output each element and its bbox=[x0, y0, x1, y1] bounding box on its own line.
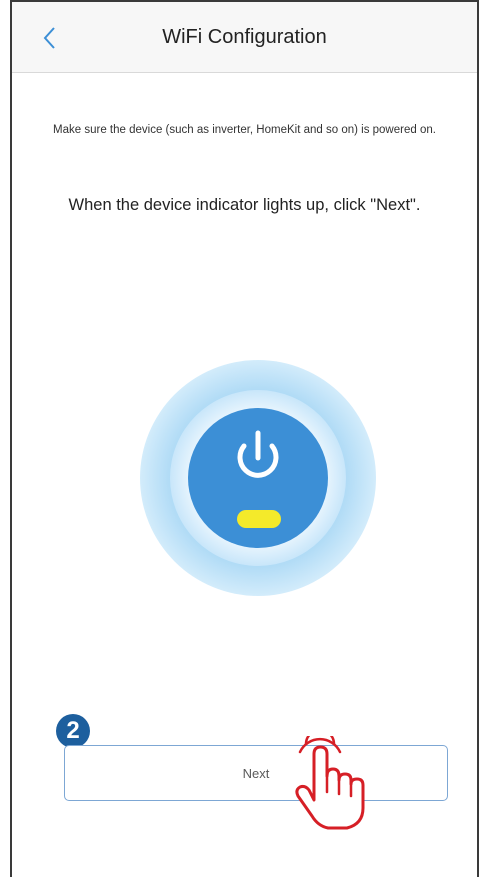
step-number-badge: 2 bbox=[56, 714, 90, 748]
hand-pointer-icon bbox=[292, 728, 382, 832]
navigation-bar: WiFi Configuration bbox=[12, 2, 477, 73]
instruction-text: When the device indicator lights up, cli… bbox=[68, 196, 421, 214]
device-indicator-illustration bbox=[140, 360, 376, 596]
next-button[interactable]: Next bbox=[64, 745, 448, 801]
power-on-hint: Make sure the device (such as inverter, … bbox=[53, 124, 436, 136]
page-title: WiFi Configuration bbox=[162, 26, 327, 48]
indicator-light bbox=[237, 510, 281, 528]
phone-screen: WiFi Configuration Make sure the device … bbox=[10, 0, 479, 877]
